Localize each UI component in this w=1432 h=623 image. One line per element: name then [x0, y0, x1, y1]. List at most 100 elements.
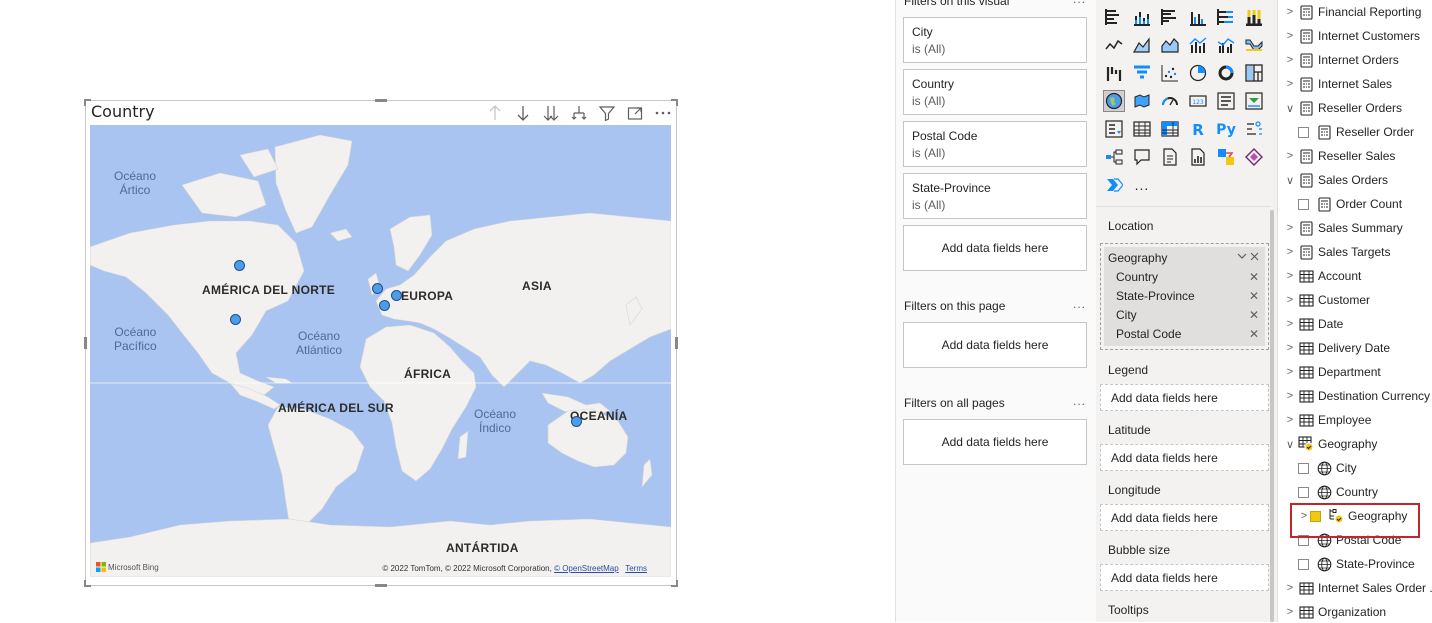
scatter-chart-icon[interactable] — [1159, 62, 1181, 84]
close-icon[interactable]: ✕ — [1249, 306, 1259, 325]
kpi-icon[interactable] — [1243, 90, 1265, 112]
table-icon[interactable] — [1131, 118, 1153, 140]
field-row-internet-customers[interactable]: > Internet Customers — [1284, 25, 1420, 47]
focus-mode-icon[interactable] — [625, 103, 644, 123]
geography-hierarchy-field[interactable]: Geography Country ✕ State-Province ✕ Cit… — [1104, 247, 1265, 346]
more-options-icon[interactable] — [653, 103, 672, 123]
chevron-right-icon[interactable]: > — [1284, 582, 1296, 594]
key-influencers-icon[interactable] — [1243, 118, 1265, 140]
resize-corner-bottom-left[interactable] — [84, 580, 91, 587]
smart-narrative-icon[interactable] — [1159, 146, 1181, 168]
waterfall-chart-icon[interactable] — [1103, 62, 1125, 84]
geography-hierarchy-header[interactable]: Geography — [1108, 249, 1261, 268]
map-bubble-germany[interactable] — [391, 290, 402, 301]
field-row-department[interactable]: > Department — [1284, 361, 1381, 383]
filter-icon[interactable] — [597, 103, 616, 123]
field-row-sales-targets[interactable]: > Sales Targets — [1284, 241, 1391, 263]
chevron-right-icon[interactable]: > — [1284, 390, 1296, 402]
drill-hierarchy-icon[interactable] — [569, 103, 588, 123]
location-well[interactable]: Geography Country ✕ State-Province ✕ Cit… — [1100, 243, 1269, 350]
geo-field-state-province[interactable]: State-Province ✕ — [1108, 287, 1261, 306]
latitude-well[interactable]: Add data fields here — [1100, 444, 1269, 471]
resize-handle-right[interactable] — [675, 337, 678, 349]
filter-card-city[interactable]: City is (All) — [903, 17, 1087, 63]
field-row-reseller-order[interactable]: Reseller Order — [1298, 121, 1414, 143]
field-row-order-count[interactable]: Order Count — [1298, 193, 1402, 215]
chevron-right-icon[interactable]: > — [1284, 606, 1296, 618]
map-bubble-united-kingdom[interactable] — [372, 283, 383, 294]
filter-card-country[interactable]: Country is (All) — [903, 69, 1087, 115]
terms-link[interactable]: Terms — [625, 564, 647, 573]
treemap-icon[interactable] — [1243, 62, 1265, 84]
power-apps-icon[interactable] — [1243, 146, 1265, 168]
resize-corner-bottom-right[interactable] — [671, 580, 678, 587]
filters-visual-more-button[interactable]: ... — [1073, 0, 1086, 6]
stacked-bar-chart-icon[interactable] — [1103, 6, 1125, 28]
chevron-right-icon[interactable]: > — [1284, 30, 1296, 42]
add-visual-filter-dropzone[interactable]: Add data fields here — [903, 225, 1087, 271]
chevron-right-icon[interactable]: > — [1284, 270, 1296, 282]
stacked-column-chart-icon[interactable] — [1131, 6, 1153, 28]
longitude-well[interactable]: Add data fields here — [1100, 504, 1269, 531]
chevron-down-icon[interactable] — [1237, 252, 1259, 262]
map-bubble-france[interactable] — [379, 300, 390, 311]
line-and-stacked-column-chart-icon[interactable] — [1187, 34, 1209, 56]
chevron-right-icon[interactable]: > — [1284, 78, 1296, 90]
filter-card-state-province[interactable]: State-Province is (All) — [903, 173, 1087, 219]
chevron-right-icon[interactable]: > — [1284, 246, 1296, 258]
openstreetmap-link[interactable]: © OpenStreetMap — [554, 564, 619, 573]
filters-page-more-button[interactable]: ... — [1073, 297, 1086, 311]
geo-field-country[interactable]: Country ✕ — [1108, 268, 1261, 287]
map-bubble-canada[interactable] — [234, 260, 245, 271]
field-row-state-province[interactable]: State-Province — [1298, 553, 1415, 575]
power-automate-flow-icon[interactable] — [1103, 174, 1125, 196]
field-row-account[interactable]: > Account — [1284, 265, 1362, 287]
field-row-internet-sales[interactable]: > Internet Sales — [1284, 73, 1392, 95]
100-stacked-column-chart-icon[interactable] — [1243, 6, 1265, 28]
line-and-clustered-column-chart-icon[interactable] — [1215, 34, 1237, 56]
resize-handle-top[interactable] — [375, 99, 387, 102]
chevron-right-icon[interactable]: > — [1284, 150, 1296, 162]
field-checkbox[interactable] — [1298, 486, 1309, 498]
close-icon[interactable]: ✕ — [1249, 325, 1259, 344]
close-icon[interactable]: ✕ — [1249, 268, 1259, 287]
add-report-filter-dropzone[interactable]: Add data fields here — [903, 419, 1087, 465]
visualizations-pane-scrollbar[interactable] — [1270, 210, 1274, 622]
chevron-down-icon[interactable]: ∨ — [1284, 102, 1296, 115]
line-chart-icon[interactable] — [1103, 34, 1125, 56]
geo-field-postal-code[interactable]: Postal Code ✕ — [1108, 325, 1261, 344]
map-visual-icon[interactable] — [1103, 90, 1125, 112]
field-checkbox[interactable] — [1298, 126, 1309, 138]
field-row-geography[interactable]: ∨ Geography — [1284, 433, 1377, 455]
field-row-reseller-orders[interactable]: ∨ Reseller Orders — [1284, 97, 1402, 119]
chevron-right-icon[interactable]: > — [1284, 342, 1296, 354]
donut-chart-icon[interactable] — [1215, 62, 1237, 84]
area-chart-icon[interactable] — [1131, 34, 1153, 56]
chevron-right-icon[interactable]: > — [1284, 54, 1296, 66]
resize-handle-left[interactable] — [84, 337, 87, 349]
field-row-city[interactable]: City — [1298, 457, 1357, 479]
field-row-destination-currency[interactable]: > Destination Currency — [1284, 385, 1430, 407]
resize-corner-top-left[interactable] — [84, 99, 91, 106]
field-row-internet-sales-order[interactable]: > Internet Sales Order ... — [1284, 577, 1432, 599]
field-row-customer[interactable]: > Customer — [1284, 289, 1370, 311]
world-map[interactable]: Océano Ártico Océano Pacífico Océano Atl… — [90, 125, 671, 577]
close-icon[interactable]: ✕ — [1249, 287, 1259, 306]
arrow-down-icon[interactable] — [513, 103, 532, 123]
clustered-column-chart-icon[interactable] — [1187, 6, 1209, 28]
funnel-chart-icon[interactable] — [1131, 62, 1153, 84]
filled-map-icon[interactable] — [1131, 90, 1153, 112]
chevron-right-icon[interactable]: > — [1284, 414, 1296, 426]
field-checkbox[interactable] — [1298, 462, 1309, 474]
field-row-date[interactable]: > Date — [1284, 313, 1344, 335]
clustered-bar-chart-icon[interactable] — [1159, 6, 1181, 28]
map-visual[interactable]: Country Océano Ártico Océano Pacífico Oc… — [84, 99, 678, 587]
multi-row-card-icon[interactable] — [1215, 90, 1237, 112]
field-row-delivery-date[interactable]: > Delivery Date — [1284, 337, 1390, 359]
gauge-icon[interactable] — [1159, 90, 1181, 112]
field-row-country[interactable]: Country — [1298, 481, 1378, 503]
legend-well[interactable]: Add data fields here — [1100, 384, 1269, 411]
chevron-right-icon[interactable]: > — [1284, 294, 1296, 306]
map-bubble-australia[interactable] — [571, 416, 582, 427]
remove-geography-button[interactable] — [1237, 249, 1259, 268]
